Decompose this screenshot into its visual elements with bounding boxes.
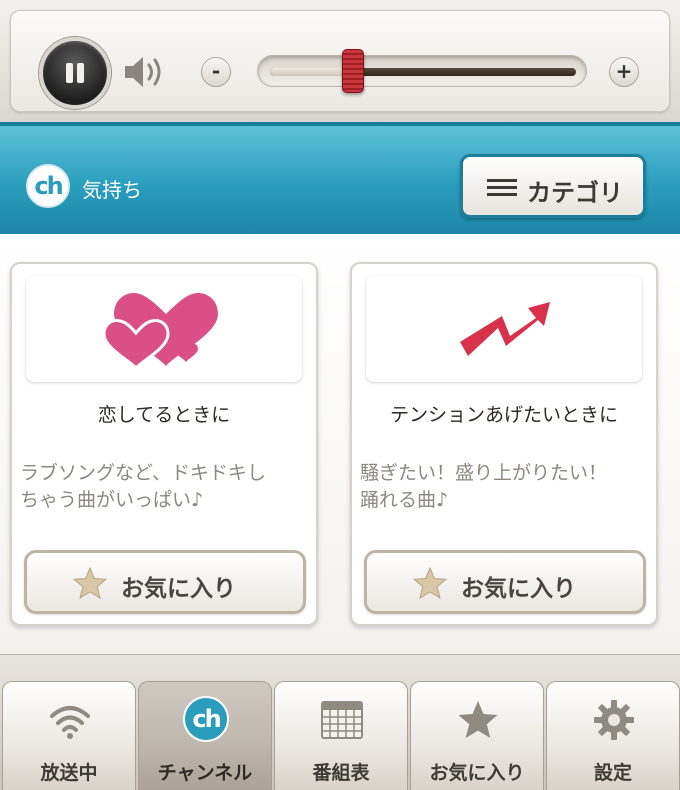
tab-label: 設定 — [593, 762, 632, 784]
rising-arrow-icon — [460, 302, 550, 356]
wifi-icon — [50, 706, 90, 739]
player-bar: - + — [0, 0, 680, 122]
volume-slider[interactable] — [257, 49, 587, 93]
card-title: テンションあげたいときに — [389, 404, 618, 426]
channel-logo: ch — [26, 164, 70, 208]
favorite-button[interactable]: お気に入り — [24, 550, 306, 614]
content-area: 恋してるときに ラブソングなど、ドキドキし ちゃう曲がいっぱい♪ お気に入り テ… — [0, 234, 680, 654]
slider-fill — [270, 68, 353, 76]
tab-label: 番組表 — [312, 762, 370, 784]
volume-down-button[interactable]: - — [201, 57, 231, 87]
card-title: 恋してるときに — [97, 404, 231, 426]
volume-up-button[interactable]: + — [609, 57, 639, 87]
card-image — [366, 276, 642, 382]
tab-label: チャンネル — [157, 762, 253, 784]
tab-schedule[interactable]: 番組表 — [274, 681, 408, 790]
schedule-grid-icon — [321, 701, 363, 739]
player-panel: - + — [10, 10, 670, 112]
category-button-label: カテゴリ — [527, 179, 623, 207]
card-image — [26, 276, 302, 382]
category-button[interactable]: カテゴリ — [460, 154, 646, 218]
tab-channel[interactable]: ch チャンネル — [138, 681, 272, 790]
favorite-button[interactable]: お気に入り — [364, 550, 646, 614]
slider-thumb[interactable] — [341, 49, 364, 93]
star-icon — [458, 701, 498, 738]
pause-button[interactable] — [39, 37, 111, 109]
tab-favorites[interactable]: お気に入り — [410, 681, 544, 790]
channel-card-tension[interactable]: テンションあげたいときに 騒ぎたい！盛り上がりたい！ 踊れる曲♪ お気に入り — [350, 262, 658, 626]
hearts-icon — [102, 292, 218, 371]
tab-label: 放送中 — [40, 762, 98, 784]
card-description: ラブソングなど、ドキドキし ちゃう曲がいっぱい♪ — [20, 462, 267, 511]
channel-card-love[interactable]: 恋してるときに ラブソングなど、ドキドキし ちゃう曲がいっぱい♪ お気に入り — [10, 262, 318, 626]
tab-settings[interactable]: 設定 — [546, 681, 680, 790]
star-icon — [413, 567, 447, 599]
tab-on-air[interactable]: 放送中 — [2, 681, 136, 790]
header: ch 気持ち カテゴリ — [0, 122, 680, 234]
card-description: 騒ぎたい！盛り上がりたい！ 踊れる曲♪ — [360, 462, 608, 511]
star-icon — [73, 567, 107, 599]
menu-icon — [487, 179, 517, 197]
pause-icon — [66, 63, 73, 83]
speaker-icon[interactable] — [123, 53, 167, 91]
favorite-button-label: お気に入り — [121, 576, 236, 602]
gear-icon — [594, 700, 634, 740]
favorite-button-label: お気に入り — [461, 576, 576, 602]
page-title: 気持ち — [82, 178, 142, 202]
tab-label: お気に入り — [429, 762, 525, 784]
tab-bar: 放送中 ch チャンネル 番組表 お気に入り 設定 — [0, 654, 680, 790]
channel-icon: ch — [183, 696, 229, 742]
